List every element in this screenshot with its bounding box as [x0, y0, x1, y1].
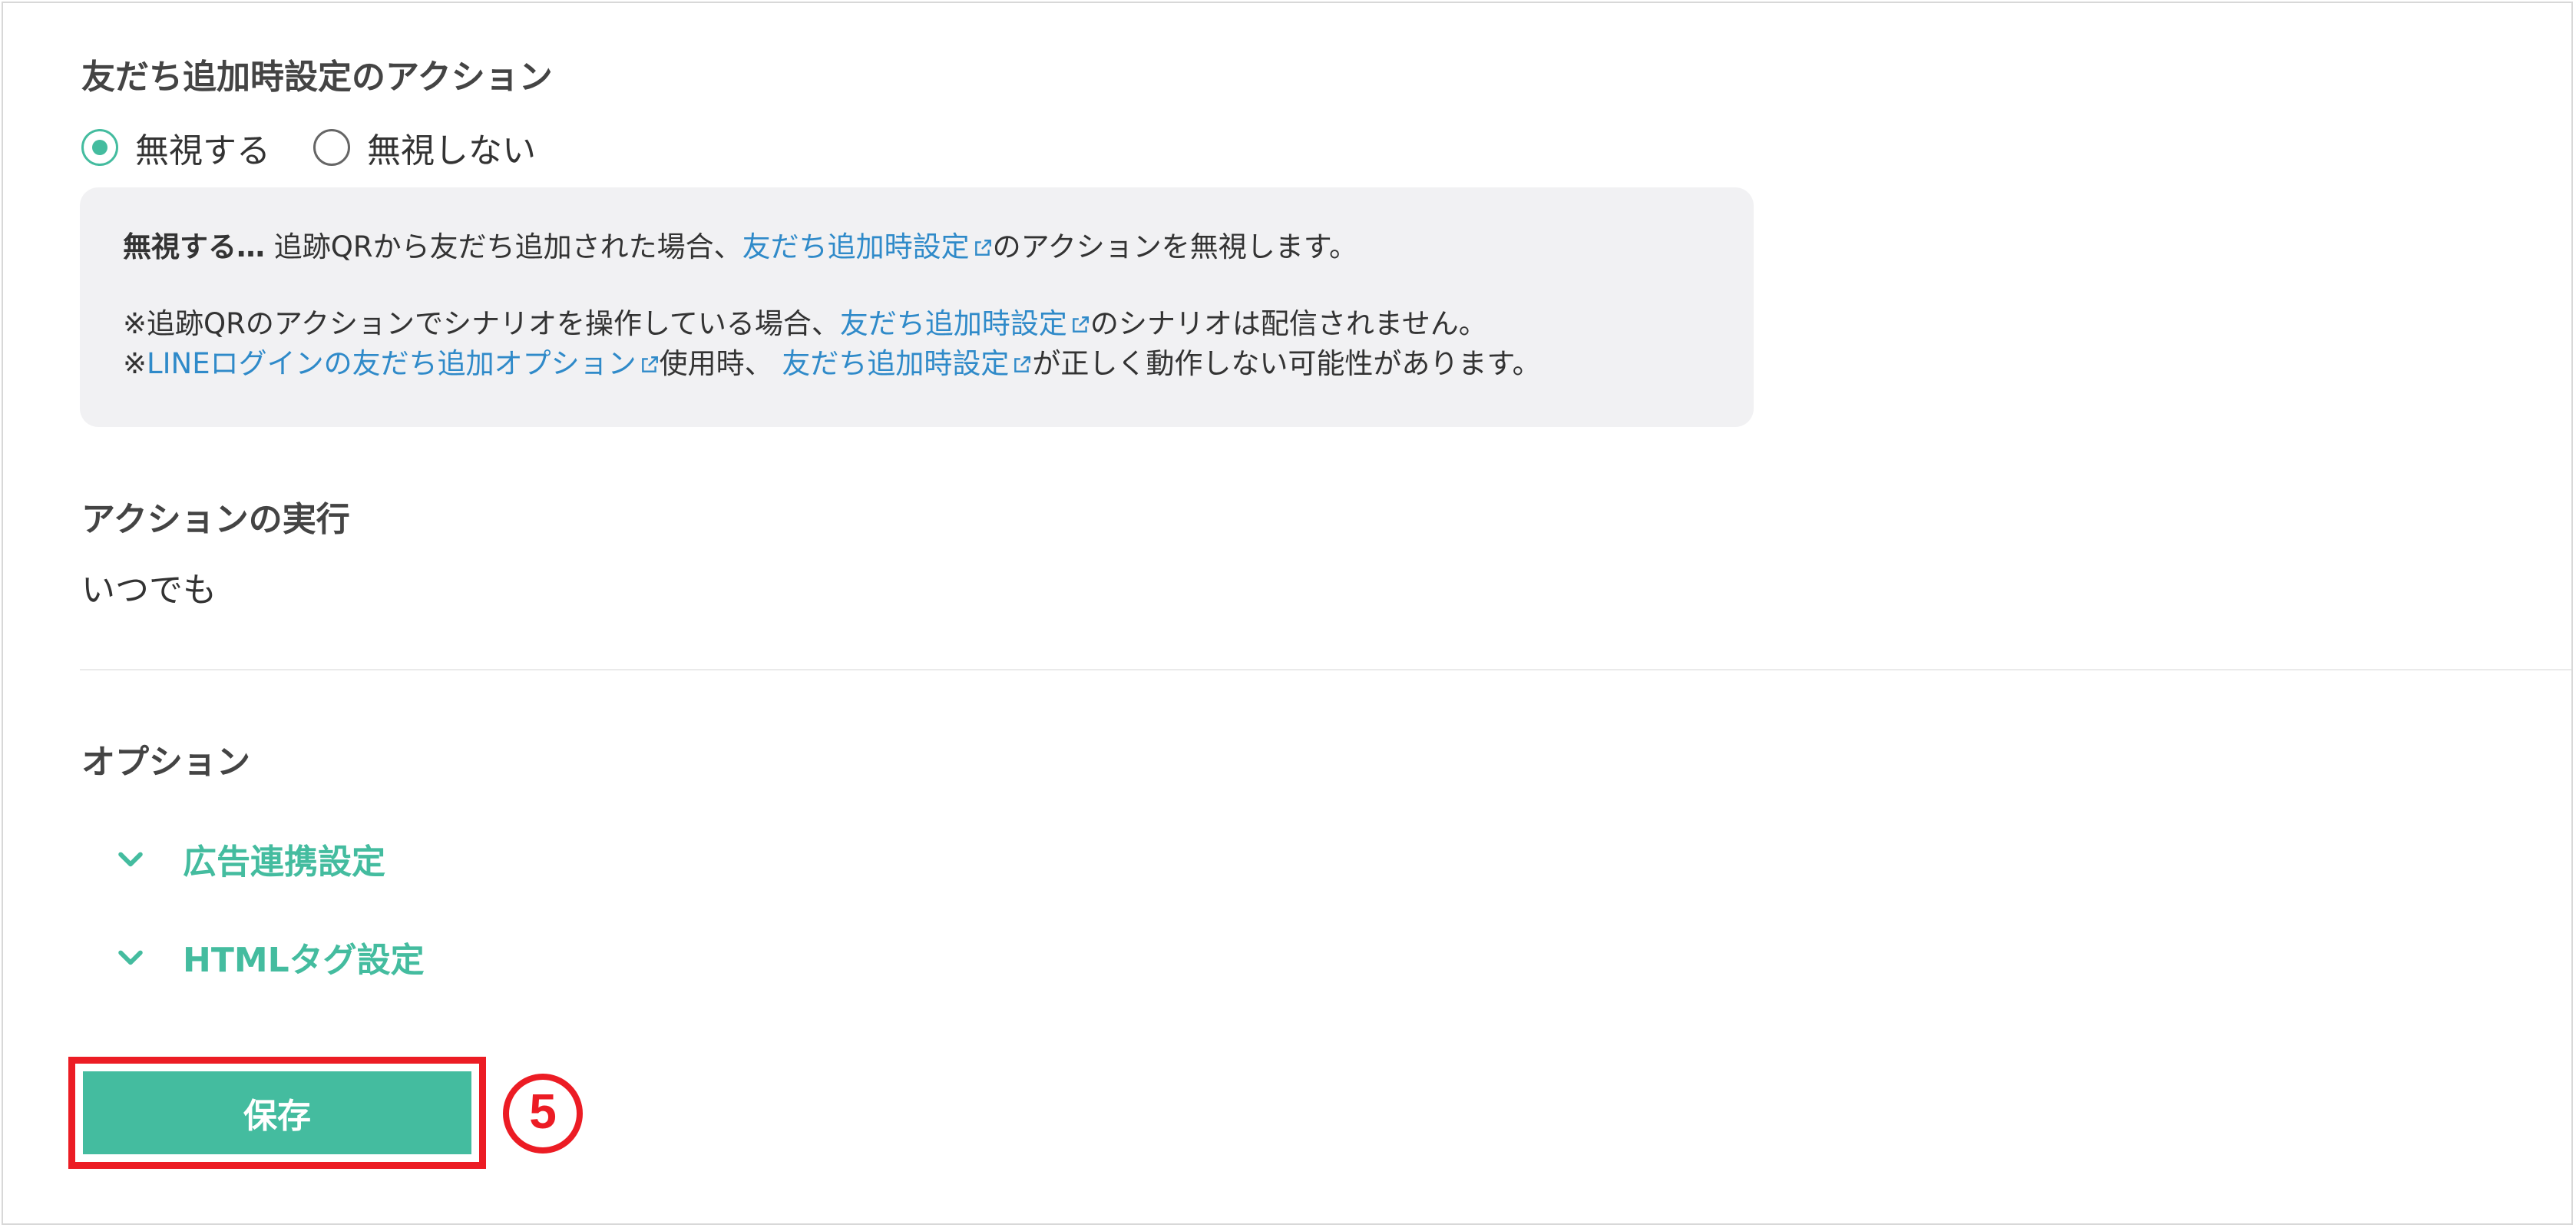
ad-integration-settings-label[interactable]: 広告連携設定 — [183, 834, 385, 883]
info-line-3-mid: 使用時、 — [659, 347, 782, 380]
external-link-icon — [641, 356, 658, 372]
info-line-1-bold: 無視する… — [123, 230, 265, 263]
html-tag-settings-toggle[interactable]: HTMLタグ設定 — [114, 932, 425, 981]
chevron-down-icon[interactable] — [114, 842, 147, 875]
line-login-option-link-label[interactable]: LINEログインの友だち追加オプション — [147, 347, 637, 380]
info-line-3-prefix: ※ — [123, 347, 147, 380]
save-button-highlight: 保存 — [68, 1057, 486, 1169]
radio-not-ignore-label[interactable]: 無視しない — [367, 123, 536, 172]
info-line-3-tail: が正しく動作しない可能性があります。 — [1032, 347, 1541, 380]
radio-ignore-indicator[interactable] — [81, 129, 118, 166]
friend-add-settings-link-1-label[interactable]: 友だち追加時設定 — [742, 230, 970, 263]
ad-integration-settings-toggle[interactable]: 広告連携設定 — [114, 834, 385, 883]
friend-add-settings-link-1[interactable]: 友だち追加時設定 — [742, 230, 993, 263]
step-number-badge: 5 — [503, 1074, 583, 1154]
info-line-3: ※LINEログインの友だち追加オプション 使用時、 友だち追加時設定 が正しく動作し… — [123, 344, 1711, 384]
info-line-1-text: 追跡QRから友だち追加された場合、 — [265, 230, 742, 263]
execution-title: アクションの実行 — [81, 500, 350, 539]
radio-not-ignore-indicator[interactable] — [313, 129, 350, 166]
friend-add-settings-link-2[interactable]: 友だち追加時設定 — [840, 307, 1090, 340]
section-divider — [80, 669, 2571, 670]
page-frame — [2, 2, 2573, 1225]
friend-add-settings-link-3[interactable]: 友だち追加時設定 — [782, 347, 1032, 380]
options-title: オプション — [81, 743, 250, 782]
html-tag-settings-label[interactable]: HTMLタグ設定 — [183, 932, 425, 981]
save-button[interactable]: 保存 — [83, 1071, 471, 1154]
chevron-down-icon[interactable] — [114, 940, 147, 974]
info-line-2-tail: のシナリオは配信されません。 — [1090, 307, 1487, 340]
external-link-icon — [974, 240, 991, 256]
save-button-label[interactable]: 保存 — [243, 1088, 311, 1137]
external-link-icon — [1073, 316, 1089, 333]
radio-ignore-label[interactable]: 無視する — [135, 123, 270, 172]
info-box: 無視する… 追跡QRから友だち追加された場合、友だち追加時設定 のアクションを無視… — [80, 187, 1754, 427]
external-link-icon — [1014, 356, 1031, 372]
friend-add-settings-link-3-label[interactable]: 友だち追加時設定 — [782, 347, 1009, 380]
friend-add-settings-link-2-label[interactable]: 友だち追加時設定 — [840, 307, 1067, 340]
friend-action-title: 友だち追加時設定のアクション — [81, 58, 553, 97]
step-number-text: 5 — [529, 1084, 557, 1139]
execution-value: いつでも — [81, 571, 217, 610]
info-line-1-tail: のアクションを無視します。 — [992, 230, 1358, 263]
info-line-2-text: ※追跡QRのアクションでシナリオを操作している場合、 — [123, 307, 840, 340]
radio-ignore[interactable]: 無視する — [81, 123, 270, 172]
radio-not-ignore[interactable]: 無視しない — [313, 123, 536, 172]
friend-action-radio-group: 無視する 無視しない — [81, 123, 579, 172]
info-line-1: 無視する… 追跡QRから友だち追加された場合、友だち追加時設定 のアクションを無視… — [123, 227, 1711, 267]
info-line-2: ※追跡QRのアクションでシナリオを操作している場合、友だち追加時設定 のシナリオは… — [123, 304, 1711, 344]
line-login-option-link[interactable]: LINEログインの友だち追加オプション — [147, 347, 660, 380]
